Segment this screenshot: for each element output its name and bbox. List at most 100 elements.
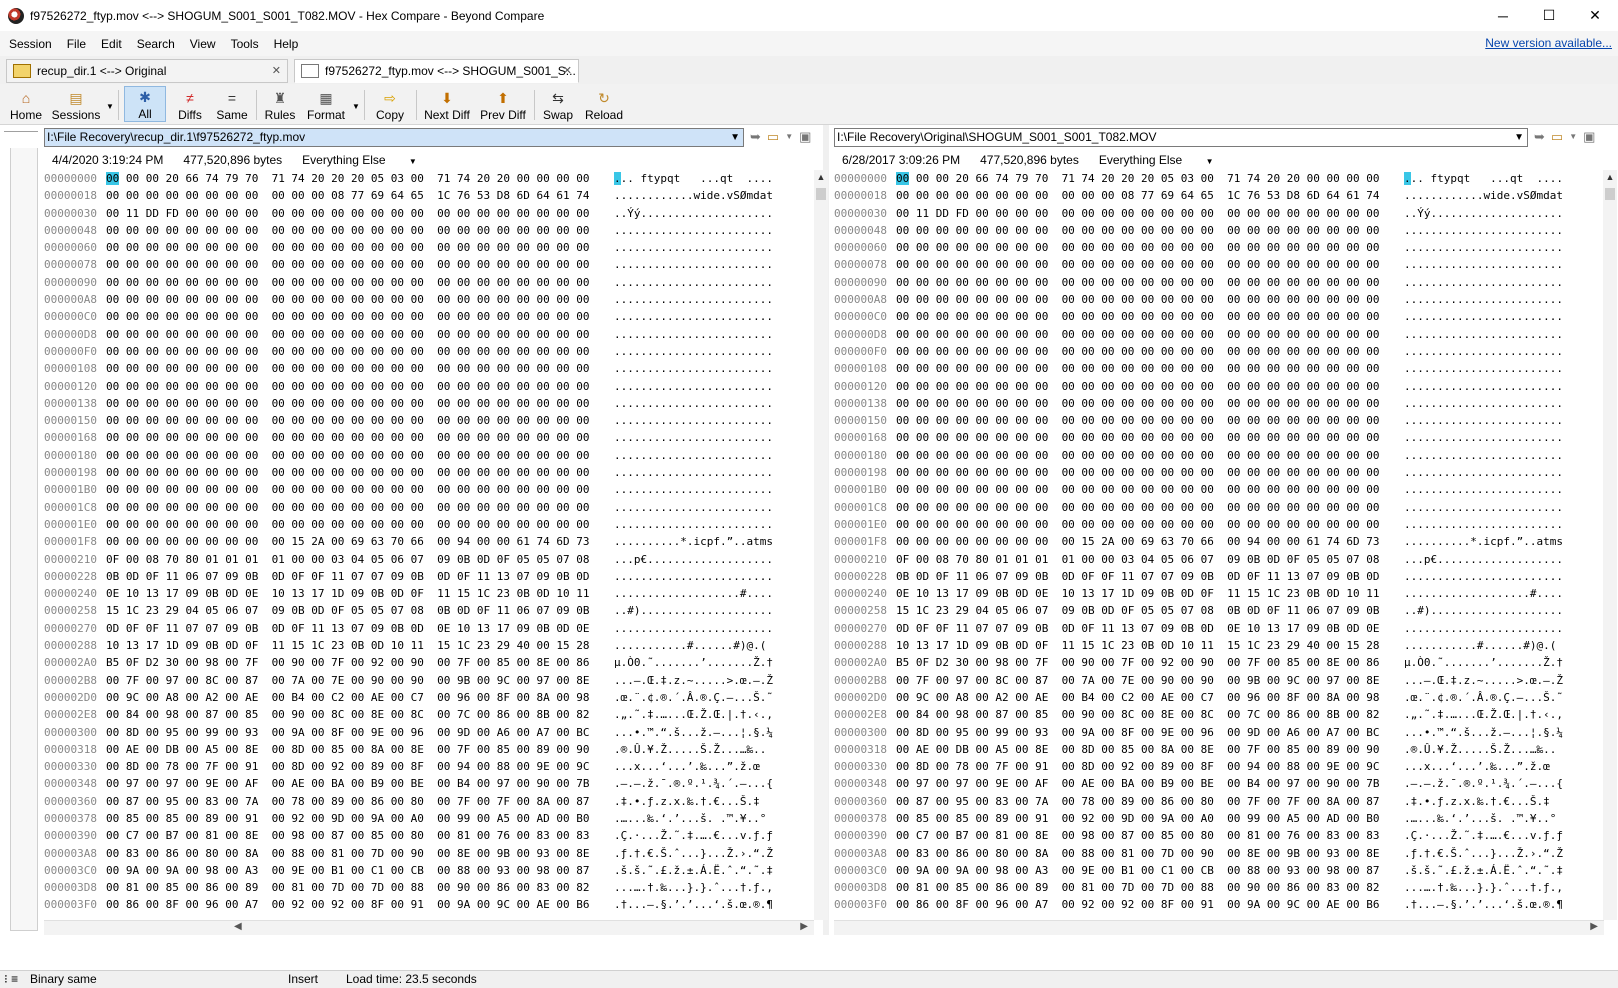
hex-bytes[interactable]: 00 83 00 86 00 80 00 8A 00 88 00 81 00 7…	[896, 845, 1379, 862]
hex-row[interactable]: 00000360 00 87 00 95 00 83 00 7A 00 78 00…	[834, 793, 1604, 810]
hex-bytes[interactable]: 00 8D 00 95 00 99 00 93 00 9A 00 8F 00 9…	[896, 724, 1379, 741]
hex-bytes[interactable]: 00 00 00 00 00 00 00 00 00 00 00 00 00 0…	[896, 378, 1379, 395]
ascii-text[interactable]: ........................	[1404, 568, 1563, 585]
ascii-text[interactable]: ........................	[1404, 447, 1563, 464]
hex-bytes[interactable]: 0F 00 08 70 80 01 01 01 01 00 00 03 04 0…	[896, 551, 1379, 568]
ascii-text[interactable]: ........................	[614, 326, 773, 343]
hex-row[interactable]: 000003F0 00 86 00 8F 00 96 00 A7 00 92 00…	[44, 896, 814, 913]
ascii-text[interactable]: ........................	[614, 239, 773, 256]
right-horizontal-scrollbar[interactable]: ▶	[834, 920, 1604, 935]
next-diff-button[interactable]: ⬇ Next Diff	[422, 86, 472, 122]
ascii-text[interactable]: ........................	[614, 620, 773, 637]
ascii-text[interactable]: ...................#....	[1404, 585, 1563, 602]
hex-bytes[interactable]: 00 00 00 00 00 00 00 00 00 00 00 00 00 0…	[106, 447, 589, 464]
hex-bytes[interactable]: 15 1C 23 29 04 05 06 07 09 0B 0D 0F 05 0…	[896, 602, 1379, 619]
ascii-text[interactable]: ........................	[614, 256, 773, 273]
hex-bytes[interactable]: 00 00 00 00 00 00 00 00 00 00 00 00 00 0…	[106, 499, 589, 516]
left-path-input[interactable]: I:\File Recovery\recup_dir.1\f97526272_f…	[44, 128, 744, 147]
hex-bytes[interactable]: 00 00 00 00 00 00 00 00 00 00 00 00 00 0…	[106, 395, 589, 412]
ascii-text[interactable]: µ.Ò0.˜.......’.......Ž.†	[614, 654, 773, 671]
ascii-text[interactable]: ..#)....................	[614, 602, 773, 619]
hex-row[interactable]: 00000348 00 97 00 97 00 9E 00 AF 00 AE 00…	[44, 775, 814, 792]
hex-bytes[interactable]: 00 86 00 8F 00 96 00 A7 00 92 00 92 00 8…	[106, 896, 589, 913]
ascii-text[interactable]: .‡.•.ƒ.z.x.‰.†.€...Š.‡	[614, 793, 760, 810]
hex-row[interactable]: 00000138 00 00 00 00 00 00 00 00 00 00 00…	[834, 395, 1604, 412]
close-icon[interactable]: ✕	[563, 64, 572, 77]
ascii-text[interactable]: ........................	[1404, 378, 1563, 395]
hex-row[interactable]: 000001E0 00 00 00 00 00 00 00 00 00 00 00…	[44, 516, 814, 533]
ascii-text[interactable]: ........................	[1404, 256, 1563, 273]
ascii-text[interactable]: .®.Û.¥.Ž.....Š.Ž...…‰..	[1404, 741, 1556, 758]
hex-row[interactable]: 00000270 0D 0F 0F 11 07 07 09 0B 0D 0F 11…	[834, 620, 1604, 637]
hex-row[interactable]: 000001E0 00 00 00 00 00 00 00 00 00 00 00…	[834, 516, 1604, 533]
scroll-right-icon[interactable]: ▶	[800, 921, 808, 932]
left-hex-view[interactable]: 00000000 00 00 00 20 66 74 79 70 71 74 20…	[44, 170, 814, 920]
hex-row[interactable]: 000000D8 00 00 00 00 00 00 00 00 00 00 00…	[834, 326, 1604, 343]
hex-bytes[interactable]: 0D 0F 0F 11 07 07 09 0B 0D 0F 11 13 07 0…	[896, 620, 1379, 637]
hex-bytes[interactable]: 00 8D 00 78 00 7F 00 91 00 8D 00 92 00 8…	[896, 758, 1379, 775]
ascii-text[interactable]: ........................	[1404, 222, 1563, 239]
hex-bytes[interactable]: 00 00 00 00 00 00 00 00 00 00 00 00 00 0…	[896, 326, 1379, 343]
hex-row[interactable]: 000001C8 00 00 00 00 00 00 00 00 00 00 00…	[834, 499, 1604, 516]
hex-row[interactable]: 00000228 0B 0D 0F 11 06 07 09 0B 0D 0F 0F…	[44, 568, 814, 585]
hex-row[interactable]: 00000060 00 00 00 00 00 00 00 00 00 00 00…	[44, 239, 814, 256]
ascii-text[interactable]: ... ftypqt ...qt ....	[1404, 170, 1563, 187]
diffs-filter-button[interactable]: ≠ Diffs	[172, 86, 208, 122]
same-filter-button[interactable]: = Same	[214, 86, 250, 122]
hex-bytes[interactable]: 00 9A 00 9A 00 98 00 A3 00 9E 00 B1 00 C…	[896, 862, 1379, 879]
ascii-text[interactable]: .—.—.ž.¯.®.º.¹.¾.´.—...{	[614, 775, 773, 792]
ascii-text[interactable]: ........................	[614, 308, 773, 325]
prev-diff-button[interactable]: ⬆ Prev Diff	[478, 86, 528, 122]
close-icon[interactable]: ✕	[272, 64, 281, 77]
ascii-text[interactable]: .Ç.·...Ž.˜.‡.….€...v.ƒ.ƒ	[614, 827, 773, 844]
hex-bytes[interactable]: 00 C7 00 B7 00 81 00 8E 00 98 00 87 00 8…	[896, 827, 1379, 844]
hex-row[interactable]: 000002D0 00 9C 00 A8 00 A2 00 AE 00 B4 00…	[834, 689, 1604, 706]
ascii-text[interactable]: ........................	[614, 360, 773, 377]
hex-bytes[interactable]: 00 81 00 85 00 86 00 89 00 81 00 7D 00 7…	[106, 879, 589, 896]
hex-bytes[interactable]: 00 00 00 00 00 00 00 00 00 00 00 00 00 0…	[106, 464, 589, 481]
hex-bytes[interactable]: 00 00 00 00 00 00 00 00 00 00 00 00 00 0…	[106, 343, 589, 360]
hex-row[interactable]: 00000270 0D 0F 0F 11 07 07 09 0B 0D 0F 11…	[44, 620, 814, 637]
hex-bytes[interactable]: 00 85 00 85 00 89 00 91 00 92 00 9D 00 9…	[106, 810, 589, 827]
hex-bytes[interactable]: 00 00 00 00 00 00 00 00 00 00 00 00 00 0…	[896, 343, 1379, 360]
hex-row[interactable]: 00000210 0F 00 08 70 80 01 01 01 01 00 00…	[834, 551, 1604, 568]
ascii-text[interactable]: ........................	[614, 291, 773, 308]
close-button[interactable]: ✕	[1572, 0, 1618, 31]
hex-row[interactable]: 00000048 00 00 00 00 00 00 00 00 00 00 00…	[44, 222, 814, 239]
ascii-text[interactable]: ........................	[1404, 620, 1563, 637]
all-filter-button[interactable]: ✱ All	[124, 86, 166, 122]
hex-row[interactable]: 000001F8 00 00 00 00 00 00 00 00 00 15 2A…	[834, 533, 1604, 550]
ascii-text[interactable]: ...x...‘...’.‰...”.ž.œ	[1404, 758, 1550, 775]
ascii-text[interactable]: ...….†.‰...}.}.ˆ...†.ƒ.‚	[614, 879, 773, 896]
hex-row[interactable]: 00000180 00 00 00 00 00 00 00 00 00 00 00…	[44, 447, 814, 464]
hex-row[interactable]: 000003D8 00 81 00 85 00 86 00 89 00 81 00…	[44, 879, 814, 896]
hex-row[interactable]: 000000F0 00 00 00 00 00 00 00 00 00 00 00…	[44, 343, 814, 360]
ascii-text[interactable]: ...........#......#)@.(	[1404, 637, 1556, 654]
hex-bytes[interactable]: 00 00 00 00 00 00 00 00 00 00 00 00 00 0…	[896, 360, 1379, 377]
hex-bytes[interactable]: 0F 00 08 70 80 01 01 01 01 00 00 03 04 0…	[106, 551, 589, 568]
hex-bytes[interactable]: 00 00 00 00 00 00 00 00 00 00 00 00 00 0…	[896, 256, 1379, 273]
hex-bytes[interactable]: 10 13 17 1D 09 0B 0D 0F 11 15 1C 23 0B 0…	[896, 637, 1379, 654]
hex-row[interactable]: 00000300 00 8D 00 95 00 99 00 93 00 9A 00…	[834, 724, 1604, 741]
ascii-text[interactable]: ........................	[1404, 343, 1563, 360]
copy-button[interactable]: ⇨ Copy	[370, 86, 410, 122]
menu-tools[interactable]: Tools	[222, 37, 265, 51]
hex-row[interactable]: 000002A0 B5 0F D2 30 00 98 00 7F 00 90 00…	[44, 654, 814, 671]
hex-row[interactable]: 000002E8 00 84 00 98 00 87 00 85 00 90 00…	[44, 706, 814, 723]
tab-hex-compare[interactable]: f97526272_ftyp.mov <--> SHOGUM_S001_S...…	[294, 59, 579, 83]
hex-row[interactable]: 000000D8 00 00 00 00 00 00 00 00 00 00 00…	[44, 326, 814, 343]
ascii-text[interactable]: ........................	[614, 222, 773, 239]
scroll-thumb[interactable]	[816, 188, 826, 200]
ascii-text[interactable]: .Ç.·...Ž.˜.‡.….€...v.ƒ.ƒ	[1404, 827, 1563, 844]
hex-bytes[interactable]: 00 00 00 00 00 00 00 00 00 00 00 00 00 0…	[106, 326, 589, 343]
hex-bytes[interactable]: 00 00 00 00 00 00 00 00 00 15 2A 00 69 6…	[106, 533, 589, 550]
hex-row[interactable]: 000003A8 00 83 00 86 00 80 00 8A 00 88 00…	[44, 845, 814, 862]
hex-bytes[interactable]: 00 9C 00 A8 00 A2 00 AE 00 B4 00 C2 00 A…	[106, 689, 589, 706]
save-icon[interactable]: ▣	[799, 129, 811, 145]
rules-button[interactable]: ♜ Rules	[262, 86, 298, 122]
ascii-text[interactable]: ...x...‘...’.‰...”.ž.œ	[614, 758, 760, 775]
hex-row[interactable]: 000003C0 00 9A 00 9A 00 98 00 A3 00 9E 00…	[44, 862, 814, 879]
go-arrow-icon[interactable]: ➥	[1534, 129, 1545, 145]
hex-row[interactable]: 00000330 00 8D 00 78 00 7F 00 91 00 8D 00…	[44, 758, 814, 775]
ascii-text[interactable]: .‡.•.ƒ.z.x.‰.†.€...Š.‡	[1404, 793, 1550, 810]
